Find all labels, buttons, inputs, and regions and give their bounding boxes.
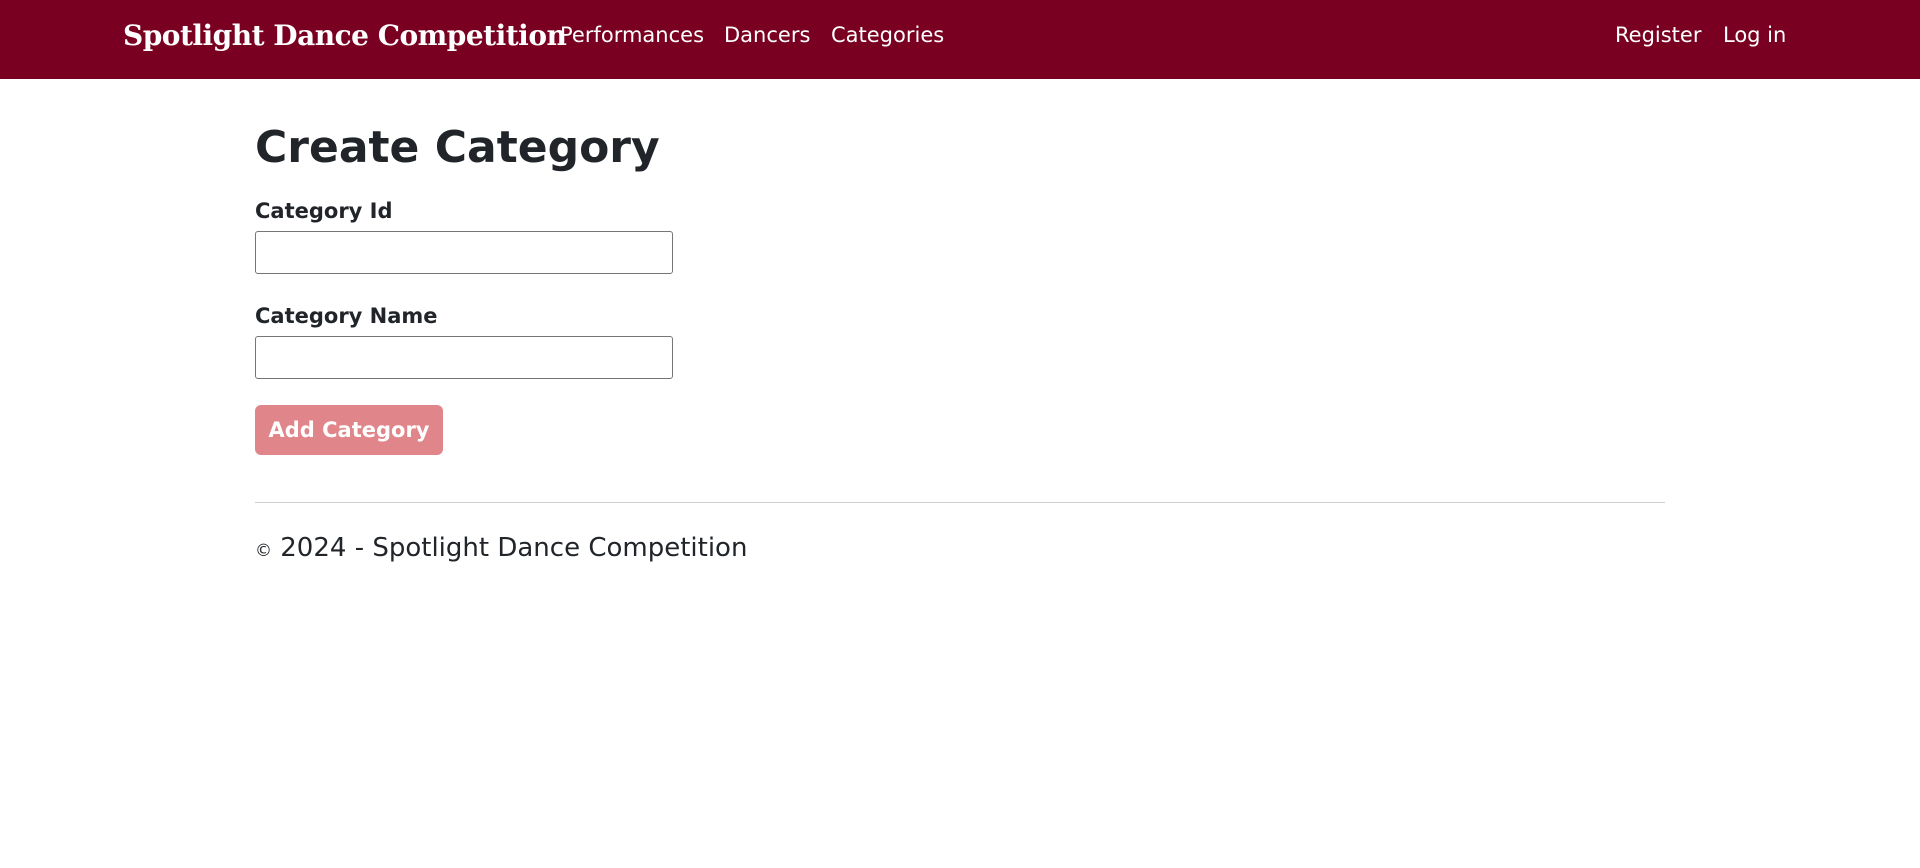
category-id-input[interactable]	[255, 231, 673, 274]
copyright-icon: ©	[255, 541, 272, 561]
page-title: Create Category	[255, 122, 660, 173]
register-link[interactable]: Register	[1615, 23, 1701, 47]
footer-text: 2024 - Spotlight Dance Competition	[280, 533, 748, 563]
category-name-label: Category Name	[255, 304, 438, 328]
brand-link[interactable]: Spotlight Dance Competition	[123, 19, 567, 52]
nav-link-dancers[interactable]: Dancers	[724, 23, 810, 47]
nav-link-categories[interactable]: Categories	[831, 23, 944, 47]
nav-link-performances[interactable]: Performances	[560, 23, 704, 47]
footer-divider	[255, 502, 1665, 503]
login-link[interactable]: Log in	[1723, 23, 1786, 47]
category-id-label: Category Id	[255, 199, 393, 223]
top-navbar: Spotlight Dance Competition Performances…	[0, 0, 1920, 79]
footer: © 2024 - Spotlight Dance Competition	[255, 533, 747, 563]
category-name-input[interactable]	[255, 336, 673, 379]
add-category-button[interactable]: Add Category	[255, 405, 443, 455]
